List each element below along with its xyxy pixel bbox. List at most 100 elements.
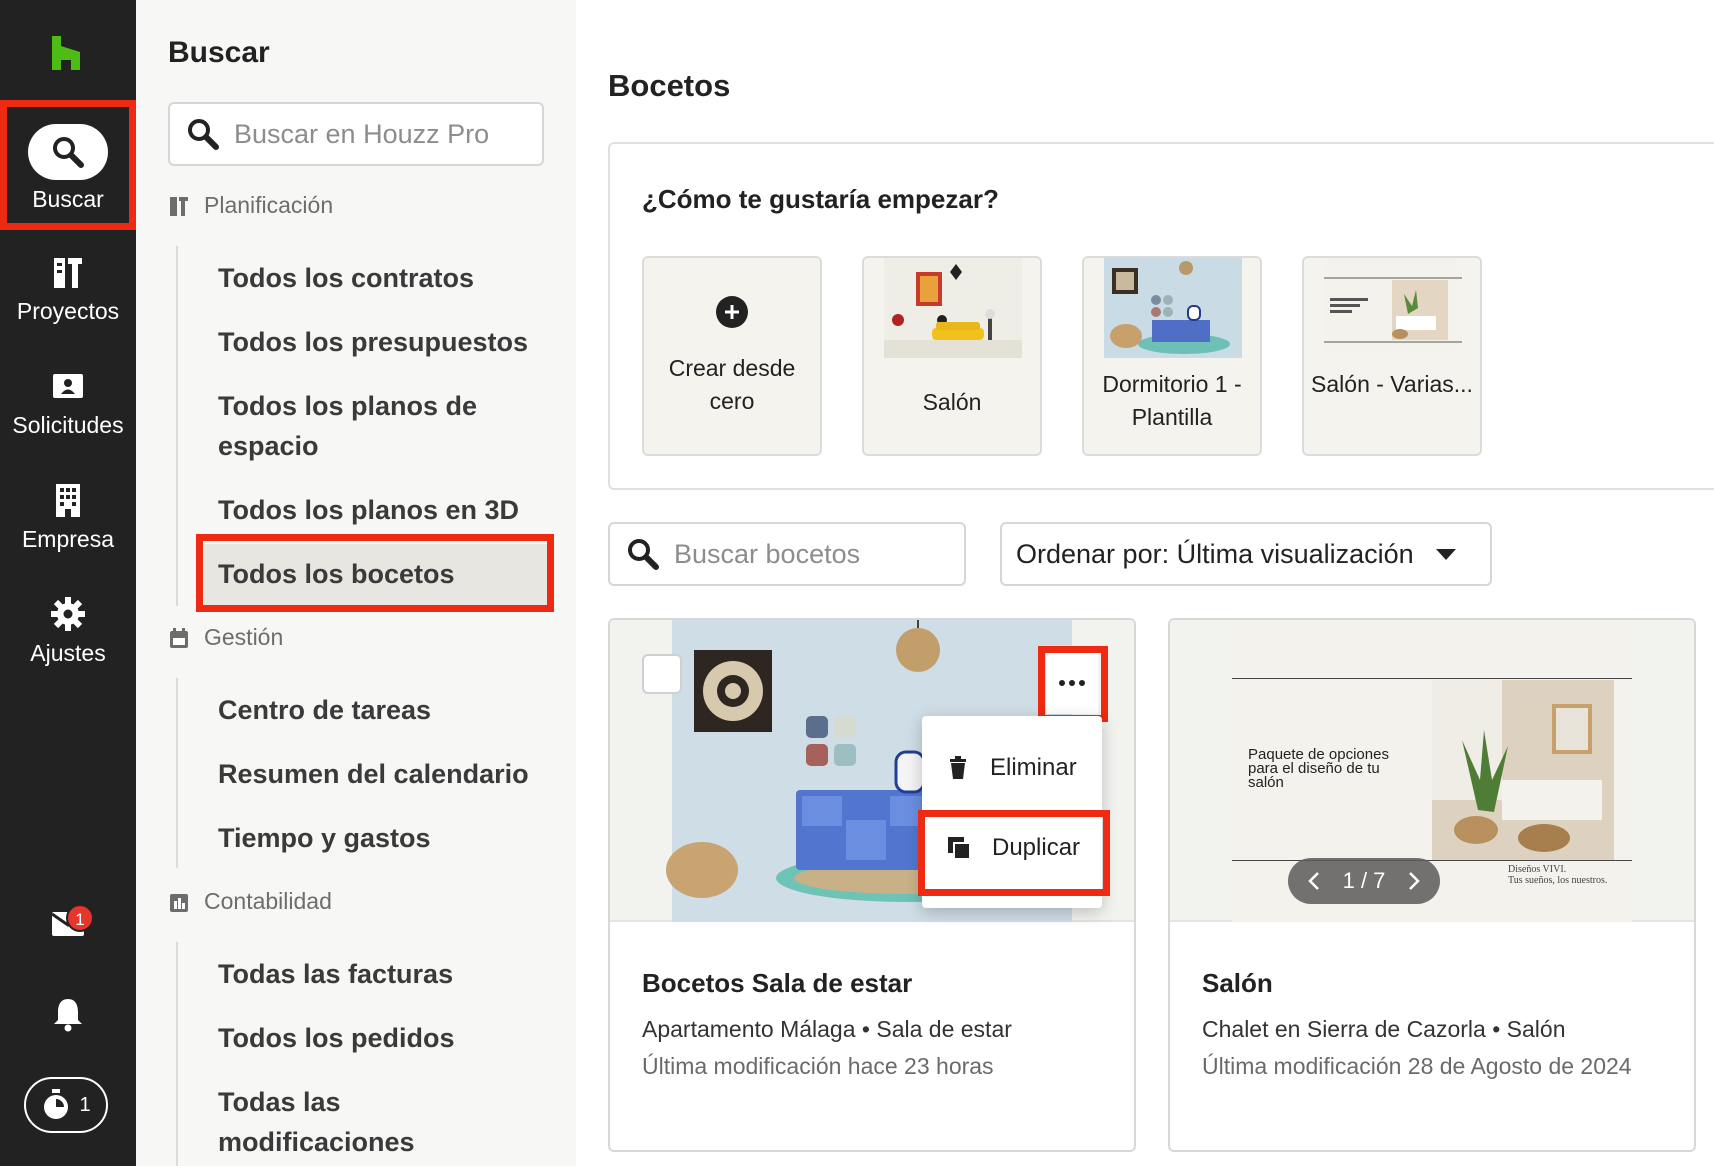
rail-item-solicitudes[interactable]: Solicitudes bbox=[0, 366, 136, 439]
slide-rule bbox=[1232, 860, 1632, 861]
section-divider bbox=[176, 678, 178, 868]
menu-item-duplicar[interactable]: Duplicar bbox=[948, 834, 1080, 862]
card-project: Apartamento Málaga • Sala de estar bbox=[642, 1016, 1012, 1042]
sketch-card[interactable]: Paquete de opciones para el diseño de tu… bbox=[1168, 618, 1696, 1152]
section-contabilidad: Contabilidad bbox=[168, 888, 332, 915]
template-thumbnail bbox=[1324, 258, 1462, 358]
search-icon bbox=[28, 124, 108, 180]
card-context-menu: Eliminar Duplicar bbox=[922, 716, 1102, 908]
sketch-thumbnail: Paquete de opciones para el diseño de tu… bbox=[1170, 620, 1694, 922]
template-label: Crear desde cero bbox=[668, 355, 796, 414]
card-modified: Última modificación hace 23 horas bbox=[642, 1053, 994, 1079]
rail-item-label: Solicitudes bbox=[12, 412, 124, 438]
building-icon bbox=[0, 480, 136, 520]
nav-link-pedidos[interactable]: Todos los pedidos bbox=[218, 1018, 455, 1058]
card-modified: Última modificación 28 de Agosto de 2024 bbox=[1202, 1053, 1632, 1079]
section-gestion: Gestión bbox=[168, 624, 283, 651]
pager-count: 1 / 7 bbox=[1342, 868, 1386, 893]
slide-footer-line-2: Tus sueños, los nuestros. bbox=[1508, 875, 1608, 886]
card-title: Bocetos Sala de estar bbox=[642, 968, 913, 998]
template-label: Salón bbox=[922, 389, 982, 415]
nav-link-modificaciones[interactable]: Todas las modificaciones bbox=[218, 1082, 478, 1162]
section-heading: Planificación bbox=[204, 192, 334, 218]
template-salon-varias[interactable]: Salón - Varias... bbox=[1302, 256, 1482, 456]
rail-item-label: Ajustes bbox=[30, 640, 106, 666]
rail-item-label: Buscar bbox=[32, 186, 104, 212]
ellipsis-icon bbox=[1059, 680, 1065, 686]
nav-link-resumen-calendario[interactable]: Resumen del calendario bbox=[218, 754, 529, 794]
card-room: Sala de estar bbox=[876, 1016, 1012, 1042]
stopwatch-icon bbox=[44, 1089, 69, 1119]
card-project: Chalet en Sierra de Cazorla • Salón bbox=[1202, 1016, 1566, 1042]
plus-icon bbox=[716, 296, 748, 328]
ellipsis-dot bbox=[1079, 680, 1085, 686]
nav-link-tiempo-gastos[interactable]: Tiempo y gastos bbox=[218, 818, 431, 858]
slide-footer-line-1: Diseños VIVI. bbox=[1508, 864, 1567, 875]
section-divider bbox=[176, 246, 178, 606]
bell-icon bbox=[54, 999, 82, 1032]
search-placeholder: Buscar bocetos bbox=[674, 538, 861, 569]
slide-text: Paquete de opciones para el diseño de tu… bbox=[1248, 746, 1389, 791]
section-divider bbox=[176, 942, 178, 1166]
trash-icon bbox=[950, 756, 966, 779]
leads-icon bbox=[0, 366, 136, 406]
template-thumbnail bbox=[884, 258, 1022, 358]
menu-item-label: Eliminar bbox=[990, 754, 1077, 781]
section-heading: Contabilidad bbox=[204, 888, 332, 914]
nav-link-bocetos[interactable]: Todos los bocetos bbox=[218, 554, 455, 594]
rail-item-buscar[interactable]: Buscar bbox=[0, 124, 136, 213]
rail-item-ajustes[interactable]: Ajustes bbox=[0, 594, 136, 667]
slide-rule bbox=[1232, 678, 1632, 679]
nav-link-facturas[interactable]: Todas las facturas bbox=[218, 954, 453, 994]
houzz-logo[interactable] bbox=[50, 36, 82, 70]
page-title: Bocetos bbox=[608, 68, 731, 103]
more-options-button[interactable] bbox=[1046, 652, 1098, 714]
timer-count: 1 bbox=[79, 1093, 91, 1116]
notifications-button[interactable] bbox=[0, 996, 136, 1032]
app-rail: Buscar Proyectos Solicitudes Empresa Aju… bbox=[0, 0, 136, 1166]
main-content: Bocetos ¿Cómo te gustaría empezar? Crear… bbox=[576, 0, 1714, 1166]
nav-link-planos-espacio[interactable]: Todos los planos de espacio bbox=[218, 386, 518, 466]
sort-label: Ordenar por: Última visualización bbox=[1016, 538, 1414, 569]
nav-link-planos-3d[interactable]: Todos los planos en 3D bbox=[218, 490, 519, 530]
nav-link-contratos[interactable]: Todos los contratos bbox=[218, 258, 474, 298]
nav-link-presupuestos[interactable]: Todos los presupuestos bbox=[218, 322, 528, 362]
select-checkbox[interactable] bbox=[642, 654, 682, 694]
slide-photo bbox=[1432, 680, 1614, 860]
rail-item-empresa[interactable]: Empresa bbox=[0, 480, 136, 553]
rail-item-label: Empresa bbox=[21, 526, 115, 552]
chevron-down-icon bbox=[1435, 548, 1456, 560]
search-icon bbox=[628, 539, 659, 570]
subnav-title: Buscar bbox=[168, 36, 270, 69]
template-salon[interactable]: Salón bbox=[862, 256, 1042, 456]
menu-item-label: Duplicar bbox=[992, 834, 1081, 861]
template-crear-desde-cero[interactable]: Crear desde cero bbox=[642, 256, 822, 456]
inbox-badge: 1 bbox=[66, 904, 94, 932]
template-label: Salón - Varias... bbox=[1311, 371, 1473, 397]
nav-link-centro-tareas[interactable]: Centro de tareas bbox=[218, 690, 431, 730]
card-room: Salón bbox=[1506, 1016, 1566, 1042]
search-placeholder: Buscar en Houzz Pro bbox=[234, 118, 490, 149]
template-label: Dormitorio 1 - Plantilla bbox=[1102, 371, 1242, 430]
card-project-name: Chalet en Sierra de Cazorla bbox=[1202, 1016, 1486, 1042]
timer-button[interactable]: 1 bbox=[24, 1077, 108, 1133]
calendar-icon bbox=[170, 627, 188, 648]
houzz-search-input[interactable]: Buscar en Houzz Pro bbox=[168, 102, 544, 166]
search-subnav: Buscar Buscar en Houzz Pro Planificación… bbox=[136, 0, 576, 1166]
menu-item-eliminar[interactable]: Eliminar bbox=[948, 754, 1077, 782]
template-dormitorio-1[interactable]: Dormitorio 1 - Plantilla bbox=[1082, 256, 1262, 456]
chevron-left-icon[interactable] bbox=[1308, 871, 1320, 891]
section-heading: Gestión bbox=[204, 624, 284, 650]
bocetos-search-input[interactable]: Buscar bocetos bbox=[608, 522, 966, 586]
sort-dropdown[interactable]: Ordenar por: Última visualización bbox=[1000, 522, 1492, 586]
rail-item-proyectos[interactable]: Proyectos bbox=[0, 252, 136, 325]
gear-icon bbox=[0, 594, 136, 634]
search-icon bbox=[188, 119, 219, 150]
template-thumbnail bbox=[1104, 258, 1242, 358]
projects-icon bbox=[170, 196, 188, 216]
projects-icon bbox=[0, 252, 136, 292]
card-title: Salón bbox=[1202, 968, 1273, 998]
accounting-icon bbox=[170, 893, 188, 912]
chevron-right-icon[interactable] bbox=[1408, 871, 1420, 891]
section-planificacion: Planificación bbox=[168, 192, 333, 219]
